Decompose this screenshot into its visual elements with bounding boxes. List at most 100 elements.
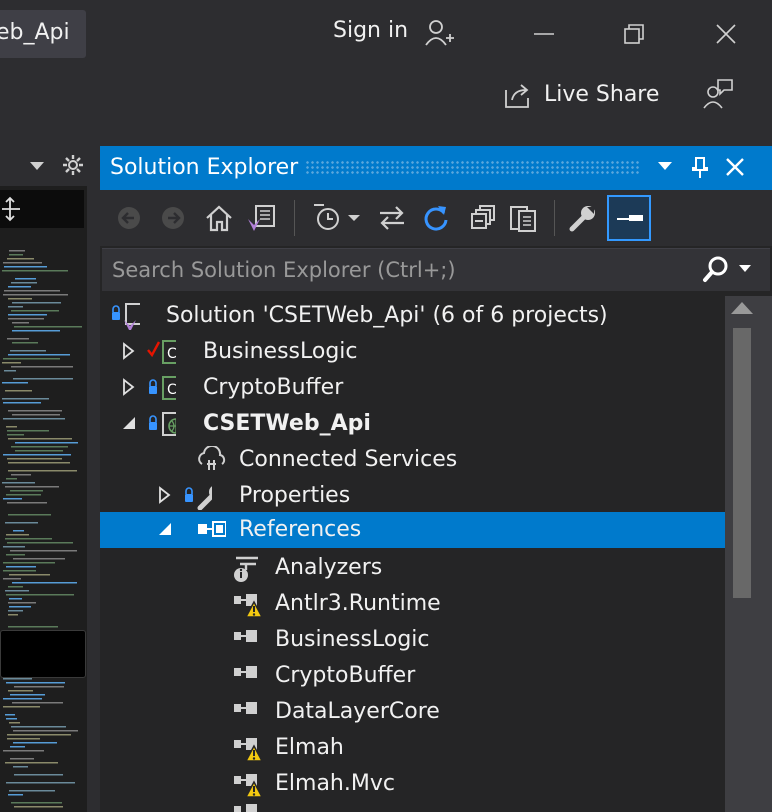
tree-row-ref-elmah-mvc[interactable]: Elmah.Mvc — [100, 766, 725, 802]
share-icon[interactable] — [502, 80, 534, 110]
minimap-line — [10, 746, 25, 748]
tree-row-ref-elmah[interactable]: Elmah — [100, 730, 725, 766]
tree-label: Antlr3.Runtime — [275, 591, 441, 616]
tree-row-analyzers[interactable]: Analyzers — [100, 550, 725, 586]
refresh-icon[interactable] — [422, 203, 450, 233]
minimap-line — [9, 790, 55, 792]
gear-icon[interactable] — [62, 154, 84, 176]
close-window-icon[interactable] — [714, 22, 738, 46]
minimap-line — [8, 410, 62, 412]
dropdown-arrow-icon[interactable] — [28, 160, 46, 172]
minimap-line — [13, 558, 65, 560]
forward-icon[interactable] — [160, 205, 186, 231]
project-tab[interactable]: eb_Api — [0, 10, 86, 58]
expand-expanded-icon[interactable] — [120, 414, 138, 432]
tree-row-csetweb-api[interactable]: CSETWeb_Api — [100, 406, 725, 442]
restore-icon[interactable] — [622, 22, 646, 46]
close-panel-icon[interactable] — [724, 156, 746, 178]
minimap-line — [6, 534, 29, 536]
minimap-line — [5, 486, 59, 488]
minimap-line — [14, 806, 63, 808]
feedback-icon[interactable] — [702, 78, 734, 110]
minimap-line — [3, 358, 60, 360]
minimap-line — [8, 514, 51, 516]
expand-expanded-icon[interactable] — [156, 520, 174, 538]
minimize-icon[interactable] — [532, 22, 556, 46]
solution-icon — [112, 303, 140, 330]
minimap-line — [6, 478, 17, 480]
minimap-line — [6, 782, 75, 784]
search-icon[interactable] — [702, 255, 730, 283]
live-share-button[interactable]: Live Share — [544, 82, 659, 107]
project-tab-label: eb_Api — [0, 20, 70, 45]
tree-label: BusinessLogic — [203, 339, 358, 364]
scrollbar-thumb[interactable] — [733, 328, 751, 598]
search-options-dropdown-icon[interactable] — [738, 264, 752, 274]
minimap-line — [6, 426, 17, 428]
sync-icon[interactable] — [378, 205, 406, 231]
scroll-up-icon[interactable] — [731, 302, 753, 314]
minimap-line — [6, 494, 41, 496]
minimap-line — [6, 594, 74, 596]
search-input[interactable]: Search Solution Explorer (Ctrl+;) — [112, 258, 456, 282]
minimap-line — [9, 606, 31, 608]
minimap-line — [11, 282, 37, 284]
tree-row-ref-cryptobuffer[interactable]: CryptoBuffer — [100, 658, 725, 694]
tree-row-ref-datalayercore[interactable]: DataLayerCore — [100, 694, 725, 730]
minimap-line — [8, 314, 47, 316]
minimap-line — [8, 286, 31, 288]
split-handle-icon[interactable] — [0, 196, 24, 222]
minimap-line — [7, 738, 40, 740]
tree-row-solution[interactable]: Solution 'CSETWeb_Api' (6 of 6 projects) — [100, 298, 725, 334]
properties-icon[interactable] — [568, 203, 598, 233]
home-icon[interactable] — [204, 203, 234, 233]
minimap-line — [3, 578, 21, 580]
tree-row-antlr3-runtime[interactable]: Antlr3.Runtime — [100, 586, 725, 622]
drag-grip[interactable] — [305, 160, 640, 174]
minimap-line — [8, 690, 33, 692]
minimap-line — [8, 626, 58, 628]
expand-collapsed-icon[interactable] — [120, 378, 138, 396]
collapse-all-icon[interactable] — [468, 204, 496, 232]
minimap-line — [12, 330, 60, 332]
sign-in-link[interactable]: Sign in — [333, 18, 408, 43]
minimap-line — [12, 582, 77, 584]
minimap-line — [13, 730, 78, 732]
minimap-line — [10, 694, 45, 696]
window-position-dropdown-icon[interactable] — [656, 160, 674, 172]
expand-collapsed-icon[interactable] — [156, 486, 174, 504]
tree-row-connected-services[interactable]: Connected Services — [100, 442, 725, 478]
tree-label: CryptoBuffer — [203, 375, 344, 400]
tree-label: Analyzers — [275, 555, 383, 580]
minimap-line — [7, 542, 73, 544]
tree-label: References — [239, 517, 362, 542]
minimap-line — [4, 370, 16, 372]
tree-label: Elmah — [275, 735, 344, 760]
show-all-files-icon[interactable] — [508, 203, 538, 233]
tree-row-properties[interactable]: Properties — [100, 478, 725, 514]
tree-label: BusinessLogic — [275, 627, 430, 652]
switch-views-icon[interactable] — [246, 203, 278, 233]
add-user-icon[interactable] — [424, 18, 456, 48]
tree-row-businesslogic[interactable]: C# BusinessLogic — [100, 334, 725, 370]
back-icon[interactable] — [116, 205, 142, 231]
tree-row-references[interactable]: References — [100, 512, 725, 548]
minimap-line — [2, 362, 21, 364]
solution-explorer-toolbar — [100, 190, 772, 246]
pending-changes-icon[interactable] — [310, 201, 360, 235]
minimap-line — [8, 306, 23, 308]
minimap-line — [3, 706, 40, 708]
tree-row-partial[interactable] — [100, 802, 725, 812]
pin-icon[interactable] — [690, 156, 710, 180]
tree-row-ref-businesslogic[interactable]: BusinessLogic — [100, 622, 725, 658]
minimap-line — [8, 462, 70, 464]
editor-split-bar[interactable] — [0, 190, 84, 228]
minimap-line — [5, 714, 15, 716]
tree-row-cryptobuffer[interactable]: C# CryptoBuffer — [100, 370, 725, 406]
minimap-line — [10, 550, 77, 552]
minimap-line — [10, 758, 34, 760]
preview-selected-items-button[interactable] — [607, 195, 651, 241]
reference-icon — [234, 666, 257, 678]
expand-collapsed-icon[interactable] — [120, 342, 138, 360]
minimap-line — [3, 570, 36, 572]
